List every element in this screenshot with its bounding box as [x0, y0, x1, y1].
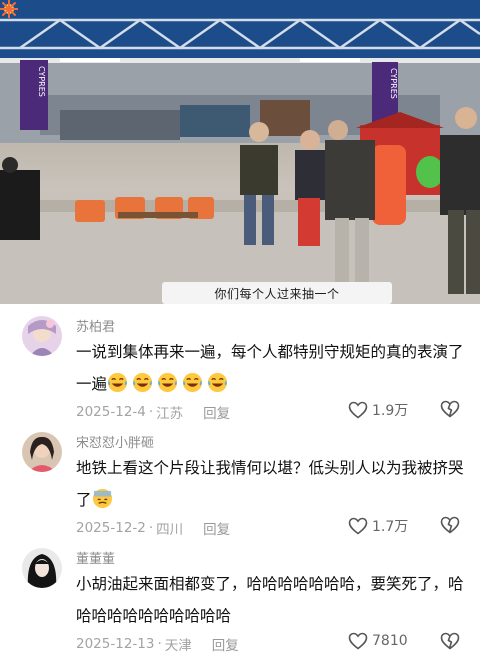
comment-meta: 2025-12-2 · 四川 回复	[76, 518, 231, 538]
like-button[interactable]: 7810	[348, 632, 408, 650]
comment-text-content: 地铁上看这个片段让我情何以堪？低头别人以为我被挤哭了	[76, 459, 464, 509]
comment-location: 江苏	[156, 406, 184, 422]
comment-username[interactable]: 董董董	[76, 548, 115, 567]
comment-item: 董董董 小胡油起来面相都变了，哈哈哈哈哈哈哈，要笑死了，哈哈哈哈哈哈哈哈哈哈哈 …	[0, 536, 480, 660]
heart-outline-icon	[348, 517, 368, 535]
video-subtitle: 你们每个人过来抽一个	[162, 282, 392, 304]
video-frame[interactable]: CYPRES CYPRES 你们每个人过来抽一个	[0, 0, 480, 304]
broken-heart-icon[interactable]	[440, 516, 460, 534]
avatar[interactable]	[22, 432, 62, 472]
like-count: 7810	[372, 633, 408, 649]
reply-button[interactable]: 回复	[203, 402, 230, 422]
comment-meta: 2025-12-4 · 江苏 回复	[76, 402, 231, 422]
video-scene	[0, 0, 480, 304]
broken-heart-icon[interactable]	[440, 400, 460, 418]
like-count: 1.7万	[372, 519, 409, 535]
laugh-cry-emoji	[207, 372, 228, 393]
comment-date: 2025-12-13	[76, 636, 155, 652]
overwhelmed-emoji	[92, 488, 112, 509]
comment-text: 一说到集体再来一遍，每个人都特别守规矩的真的表演了一遍	[76, 336, 466, 400]
laugh-cry-emoji	[157, 372, 178, 393]
comment-text: 地铁上看这个片段让我情何以堪？低头别人以为我被挤哭了	[76, 452, 466, 516]
comment-date: 2025-12-4	[76, 404, 146, 420]
heart-outline-icon	[348, 401, 368, 419]
avatar[interactable]	[22, 316, 62, 356]
star-burst-icon	[0, 0, 18, 18]
comment-meta: 2025-12-13 · 天津 回复	[76, 634, 239, 654]
laugh-cry-emoji	[182, 372, 203, 393]
laugh-cry-emoji	[132, 372, 153, 393]
like-button[interactable]: 1.7万	[348, 516, 408, 536]
comment-item: 宋怼怼小胖砸 地铁上看这个片段让我情何以堪？低头别人以为我被挤哭了 2025-1…	[0, 420, 480, 544]
comment-username[interactable]: 宋怼怼小胖砸	[76, 432, 154, 451]
comment-date: 2025-12-2	[76, 520, 146, 536]
laugh-cry-emoji	[107, 372, 128, 393]
overwhelmed-emoji	[92, 488, 117, 509]
comment-location: 四川	[156, 522, 184, 538]
reply-button[interactable]: 回复	[203, 518, 230, 538]
comment-location: 天津	[164, 638, 192, 654]
banner-right-text: CYPRES	[389, 68, 398, 99]
laugh-cry-emoji	[107, 372, 232, 393]
avatar[interactable]	[22, 548, 62, 588]
banner-left-text: CYPRES	[37, 66, 46, 97]
comment-text: 小胡油起来面相都变了，哈哈哈哈哈哈哈，要笑死了，哈哈哈哈哈哈哈哈哈哈哈	[76, 575, 464, 625]
broken-heart-icon[interactable]	[440, 632, 460, 650]
like-button[interactable]: 1.9万	[348, 400, 408, 420]
heart-outline-icon	[348, 632, 368, 650]
reply-button[interactable]: 回复	[212, 634, 239, 654]
comment-item: 苏柏君 一说到集体再来一遍，每个人都特别守规矩的真的表演了一遍 2025-12-…	[0, 304, 480, 428]
like-count: 1.9万	[372, 403, 409, 419]
comment-username[interactable]: 苏柏君	[76, 316, 115, 335]
